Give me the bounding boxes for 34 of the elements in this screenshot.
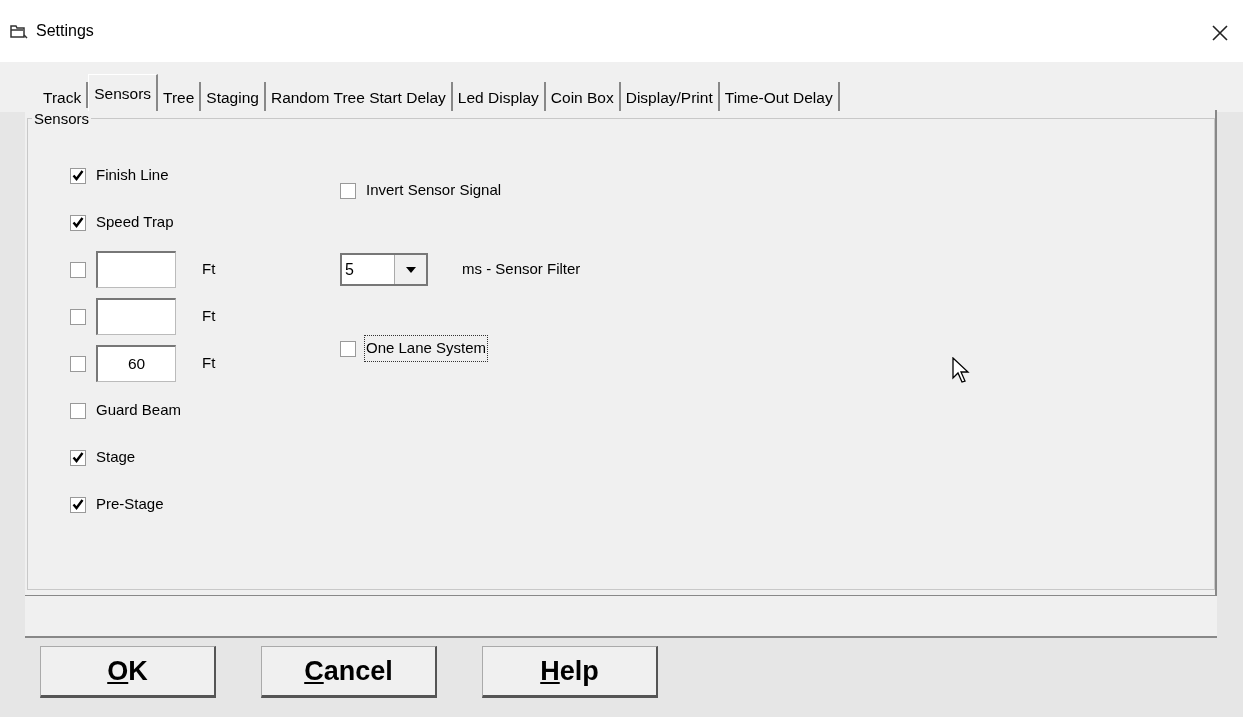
close-icon — [1211, 24, 1229, 43]
filter-label: ms - Sensor Filter — [462, 259, 581, 280]
checkbox[interactable] — [70, 167, 86, 184]
dialog-button[interactable]: Help — [482, 646, 658, 698]
checkbox[interactable] — [70, 308, 86, 325]
dropdown-arrow-icon — [405, 266, 416, 273]
dialog-button[interactable]: Cancel — [261, 646, 437, 698]
checkbox[interactable] — [70, 214, 86, 231]
checkbox[interactable] — [70, 355, 86, 372]
distance-field[interactable]: 60 — [96, 345, 176, 382]
distance-field[interactable] — [96, 298, 176, 335]
checkbox-label: Invert Sensor Signal — [366, 180, 502, 201]
unit-label: Ft — [202, 353, 216, 374]
unit-label: Ft — [202, 259, 216, 280]
dialog-button[interactable]: OK — [40, 646, 216, 698]
window-title: Settings — [36, 21, 94, 41]
unit-label: Ft — [202, 306, 216, 327]
checkbox-label: Guard Beam — [96, 400, 182, 421]
checkbox-label: Finish Line — [96, 165, 169, 186]
checkbox-label: Speed Trap — [96, 212, 174, 233]
checkbox[interactable] — [70, 261, 86, 278]
filter-dropdown[interactable]: 5 — [340, 253, 428, 286]
checkbox[interactable] — [340, 182, 356, 199]
tab[interactable]: Sensors — [88, 74, 159, 111]
checkbox[interactable] — [70, 449, 86, 466]
checkbox-label: One Lane System — [366, 337, 487, 360]
distance-field[interactable] — [96, 251, 176, 288]
checkbox[interactable] — [340, 340, 356, 357]
checkbox[interactable] — [70, 402, 86, 419]
window-icon — [10, 23, 28, 39]
checkbox[interactable] — [70, 496, 86, 513]
mouse-pointer-icon — [952, 357, 970, 383]
checkbox-label: Stage — [96, 447, 136, 468]
checkbox-label: Pre-Stage — [96, 494, 164, 515]
